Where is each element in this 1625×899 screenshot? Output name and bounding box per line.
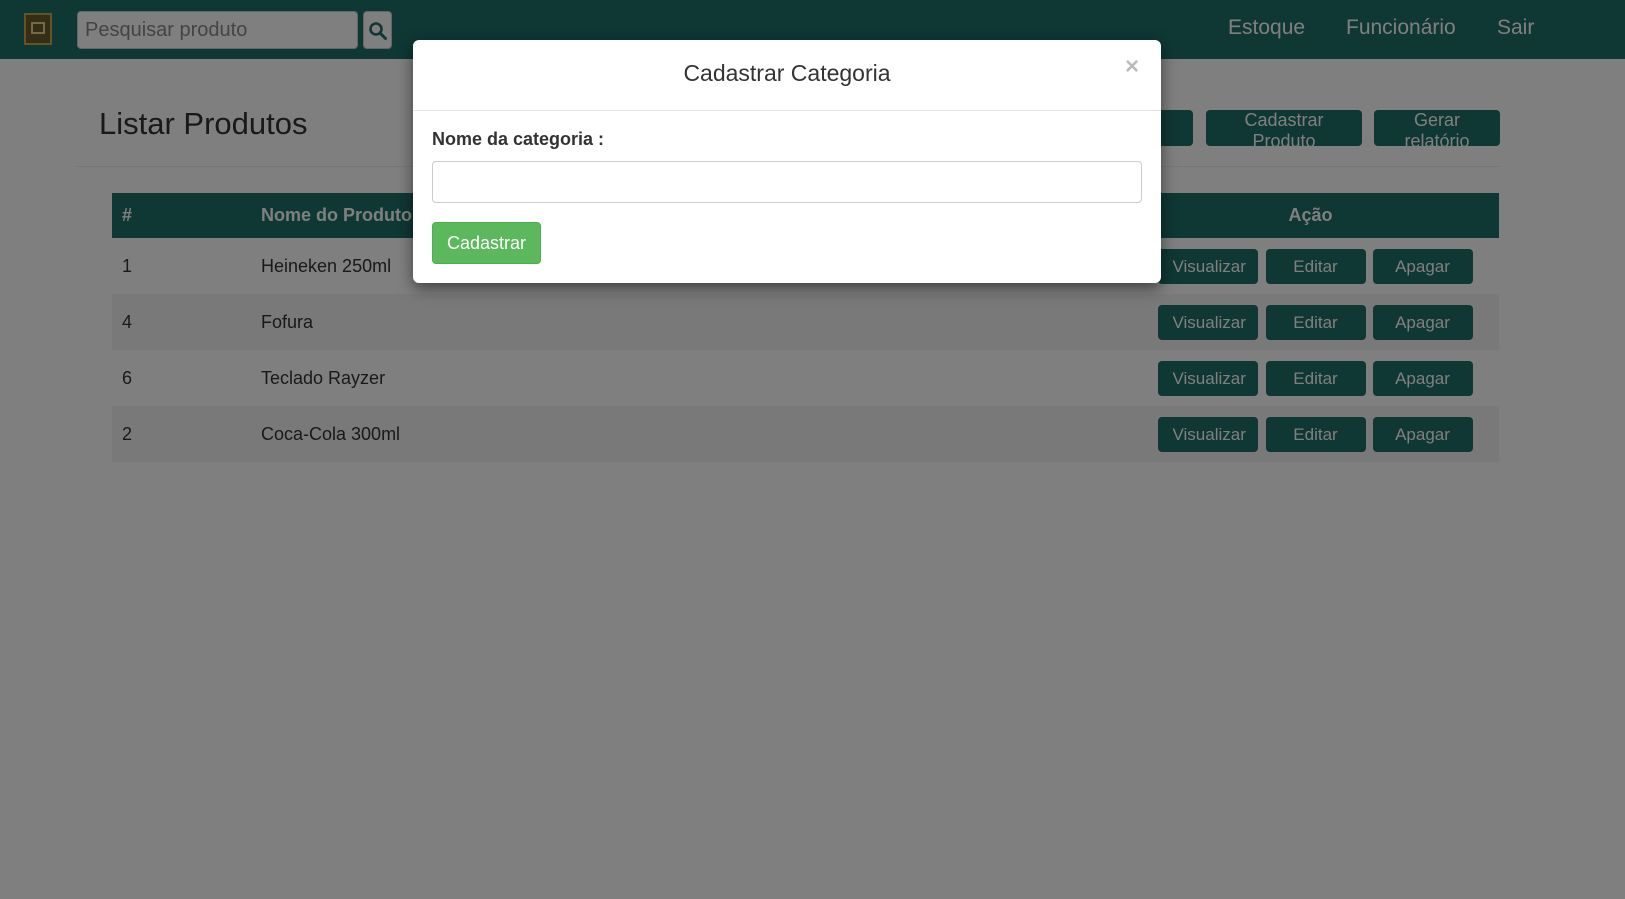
category-name-label: Nome da categoria : bbox=[432, 129, 605, 149]
modal-title: Cadastrar Categoria bbox=[683, 60, 891, 86]
close-icon[interactable]: × bbox=[1119, 54, 1145, 80]
category-name-input[interactable] bbox=[432, 161, 1142, 203]
cadastrar-categoria-modal: Cadastrar Categoria × Nome da categoria … bbox=[413, 40, 1161, 283]
cadastrar-button[interactable]: Cadastrar bbox=[432, 222, 541, 264]
modal-header: Cadastrar Categoria × bbox=[413, 40, 1161, 111]
